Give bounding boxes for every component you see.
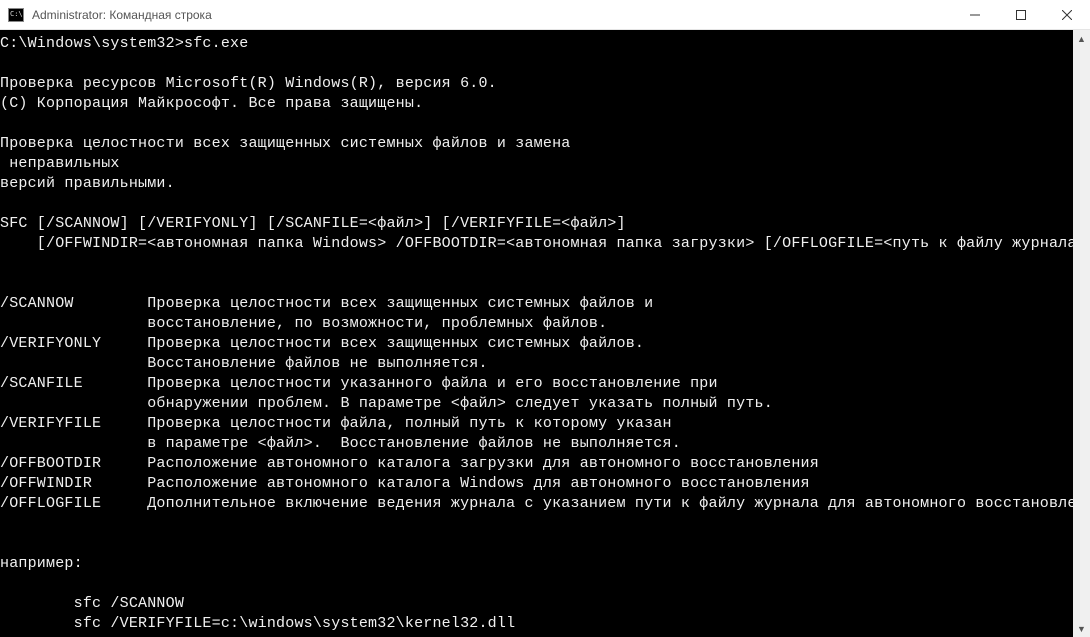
minimize-icon bbox=[970, 10, 980, 20]
maximize-button[interactable] bbox=[998, 0, 1044, 29]
terminal-area: C:\Windows\system32>sfc.exe Проверка рес… bbox=[0, 30, 1090, 637]
vertical-scrollbar[interactable]: ▲ ▼ bbox=[1073, 30, 1090, 637]
maximize-icon bbox=[1016, 10, 1026, 20]
close-button[interactable] bbox=[1044, 0, 1090, 29]
scroll-track[interactable] bbox=[1073, 47, 1090, 620]
window-titlebar: Administrator: Командная строка bbox=[0, 0, 1090, 30]
cmd-icon bbox=[8, 8, 24, 22]
terminal-output[interactable]: C:\Windows\system32>sfc.exe Проверка рес… bbox=[0, 30, 1073, 637]
window-controls bbox=[952, 0, 1090, 29]
window-title: Administrator: Командная строка bbox=[32, 8, 952, 22]
scroll-down-button[interactable]: ▼ bbox=[1073, 620, 1090, 637]
close-icon bbox=[1062, 10, 1072, 20]
minimize-button[interactable] bbox=[952, 0, 998, 29]
scroll-up-button[interactable]: ▲ bbox=[1073, 30, 1090, 47]
